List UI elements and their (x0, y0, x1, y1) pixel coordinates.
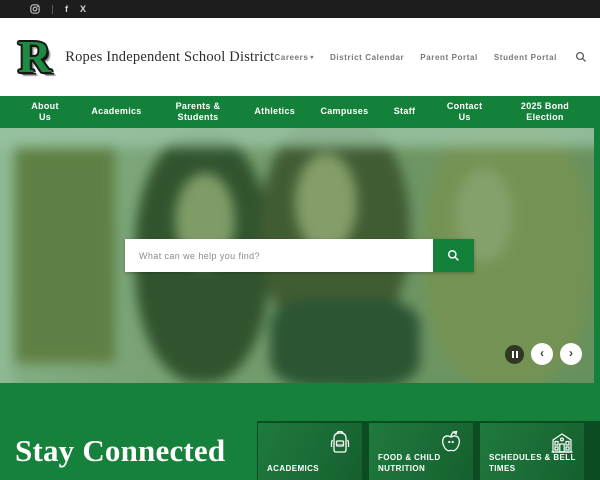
quick-links-tiles: ACADEMICS FOOD & CHILD NUTRITION SCHEDUL… (257, 421, 600, 480)
hero-carousel: ‹ › (0, 128, 600, 383)
district-calendar-link[interactable]: District Calendar (330, 53, 404, 62)
tile-food-child-nutrition[interactable]: FOOD & CHILD NUTRITION (369, 423, 473, 480)
facebook-icon[interactable]: f (65, 0, 68, 18)
careers-link[interactable]: Careers ▾ (274, 53, 314, 62)
site-search-bar (125, 239, 474, 272)
instagram-icon[interactable] (30, 4, 40, 14)
nav-item-staff[interactable]: Staff (394, 106, 416, 117)
apple-icon (438, 429, 464, 455)
nav-item-about-us[interactable]: About Us (24, 101, 66, 124)
carousel-pause-button[interactable] (505, 344, 524, 364)
social-divider (52, 4, 53, 14)
nav-item-campuses[interactable]: Campuses (320, 106, 368, 117)
carousel-next-button[interactable]: › (560, 343, 582, 365)
parent-portal-link[interactable]: Parent Portal (420, 53, 478, 62)
nav-item-academics[interactable]: Academics (91, 106, 141, 117)
x-twitter-icon[interactable]: X (80, 0, 86, 18)
social-bar: f X (0, 0, 600, 18)
nav-item-parents-students[interactable]: Parents & Students (167, 101, 229, 124)
school-building-icon (549, 429, 575, 455)
stay-connected-section: Stay Connected ACADEMICS FOOD & CHILD NU… (0, 383, 600, 480)
nav-item-2025-bond-election[interactable]: 2025 Bond Election (514, 101, 576, 124)
tile-label: FOOD & CHILD NUTRITION (378, 453, 441, 473)
backpack-icon (327, 429, 353, 455)
nav-item-contact-us[interactable]: Contact Us (441, 101, 489, 124)
carousel-prev-button[interactable]: ‹ (531, 343, 553, 365)
search-submit-button[interactable] (433, 239, 474, 272)
chevron-left-icon: ‹ (540, 346, 544, 360)
pause-icon (511, 350, 518, 358)
stay-connected-heading: Stay Connected (15, 433, 226, 468)
main-nav: About Us Academics Parents & Students At… (0, 96, 600, 128)
tile-schedules-bell-times[interactable]: SCHEDULES & BELL TIMES (480, 423, 584, 480)
student-portal-link[interactable]: Student Portal (494, 53, 557, 62)
magnifier-icon (447, 249, 459, 261)
nav-item-athletics[interactable]: Athletics (254, 106, 295, 117)
hero-right-green-stripe (594, 128, 600, 383)
carousel-controls: ‹ › (505, 343, 582, 365)
district-name: Ropes Independent School District (65, 48, 275, 65)
district-logo[interactable]: R (18, 31, 51, 83)
chevron-down-icon: ▾ (310, 54, 315, 61)
search-icon[interactable] (575, 51, 587, 63)
search-input[interactable] (125, 239, 433, 272)
tile-label: SCHEDULES & BELL TIMES (489, 453, 576, 473)
header-utility-nav: Careers ▾ District Calendar Parent Portal… (274, 51, 587, 63)
chevron-right-icon: › (569, 346, 573, 360)
tile-academics[interactable]: ACADEMICS (258, 423, 362, 480)
tile-label: ACADEMICS (267, 463, 320, 473)
site-header: R Ropes Independent School District Care… (0, 18, 600, 96)
